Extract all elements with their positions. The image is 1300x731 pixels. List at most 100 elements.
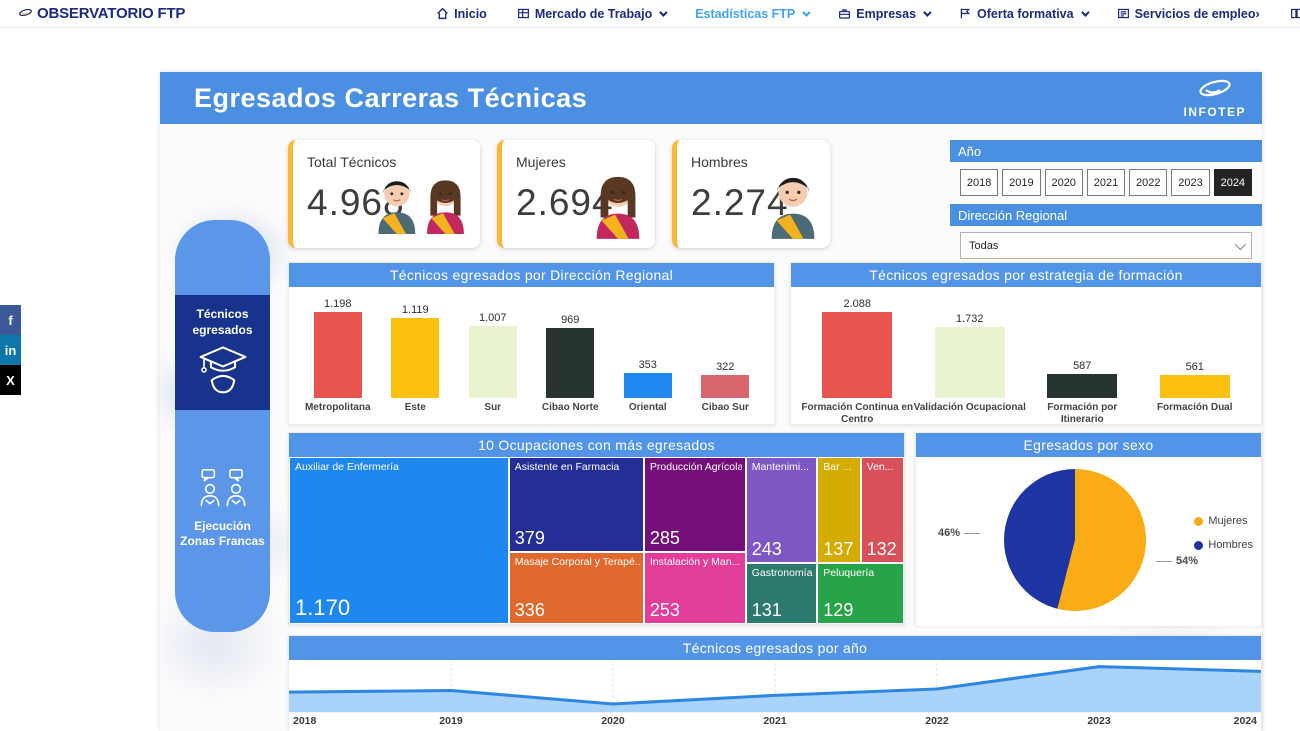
bar[interactable] [314, 312, 362, 398]
treemap-row: Masaje Corporal y Terapé...336 [510, 553, 643, 623]
treemap-tile-gastronomia[interactable]: Gastronomía131 [747, 564, 817, 623]
year-button-2022[interactable]: 2022 [1129, 169, 1167, 196]
bar[interactable] [469, 326, 517, 398]
sidebar-item-tecnicos-egresados[interactable]: Técnicos egresados [175, 295, 270, 410]
chart-title-ocupaciones: 10 Ocupaciones con más egresados [289, 433, 904, 457]
tile-name: Asistente en Farmacia [515, 461, 640, 473]
tile-value: 132 [867, 539, 897, 560]
legend-label: Hombres [1208, 539, 1253, 551]
bar[interactable] [822, 312, 892, 398]
bar-category-label: Formación Dual [1157, 398, 1233, 426]
x-twitter-share-button[interactable]: X [0, 365, 21, 395]
dashboard-canvas: Egresados Carreras Técnicas INFOTEP Técn… [160, 72, 1262, 731]
bar-group-sur: 1.007Sur [454, 291, 532, 426]
tile-value: 243 [752, 539, 782, 560]
treemap-tile-auxiliar-de-enfermeria[interactable]: Auxiliar de Enfermería1.170 [290, 458, 508, 623]
bar[interactable] [701, 375, 749, 398]
treemap-tile-produccion-agricola[interactable]: Producción Agrícola285 [645, 458, 745, 551]
treemap-tile-masaje-corporal-y-terape[interactable]: Masaje Corporal y Terapé...336 [510, 553, 643, 623]
nav-item-mercado-de-trabajo[interactable]: Mercado de Trabajo [517, 7, 665, 21]
region-dropdown[interactable]: Todas [960, 232, 1252, 259]
legend-item-hombres[interactable]: Hombres [1194, 539, 1253, 551]
pie-callout-label: 54% [1176, 555, 1198, 567]
year-button-2023[interactable]: 2023 [1171, 169, 1209, 196]
pie-callout-label: 46% [938, 527, 960, 539]
pie-callout-mujeres: 54% [1156, 555, 1198, 567]
legend-label: Mujeres [1208, 515, 1247, 527]
chart-card-anual: Técnicos egresados por año 2018201920202… [288, 635, 1262, 731]
bar[interactable] [624, 373, 672, 398]
chart-card-ocupaciones: 10 Ocupaciones con más egresados Auxilia… [288, 432, 905, 625]
nav-item-empresas[interactable]: Empresas [838, 7, 929, 21]
bar[interactable] [546, 328, 594, 398]
treemap-tile-asistente-en-farmacia[interactable]: Asistente en Farmacia379 [510, 458, 643, 551]
bar-value-label: 1.198 [324, 298, 352, 310]
treemap-tile-bar[interactable]: Bar ...137 [818, 458, 859, 562]
tile-name: Producción Agrícola [650, 461, 742, 473]
chevron-down-icon [1081, 8, 1089, 16]
treemap-row: Mantenimi...243 [747, 458, 817, 562]
linkedin-share-button[interactable]: in [0, 335, 21, 365]
person-man-icon [762, 167, 824, 244]
nav-item-label: Inicio [454, 7, 487, 21]
brand-swoosh-icon [18, 5, 33, 22]
kpi-card-hombres: Hombres2.274 [672, 140, 830, 248]
treemap-column: Mantenimi...243Gastronomía131 [747, 458, 817, 623]
pie-callout-hombres: 46% [938, 527, 980, 539]
year-button-2019[interactable]: 2019 [1002, 169, 1040, 196]
bar[interactable] [391, 318, 439, 398]
tile-value: 137 [823, 539, 853, 560]
legend-dot [1194, 541, 1203, 550]
legend-item-mujeres[interactable]: Mujeres [1194, 515, 1253, 527]
bar-category-label: Cibao Sur [702, 398, 749, 426]
area-chart-anual[interactable]: 2018201920202021202220232024 [289, 660, 1261, 731]
nav-item-p[interactable]: P [1290, 7, 1300, 21]
treemap-tile-instalacion-y-man[interactable]: Instalación y Man...253 [645, 553, 745, 623]
people-chat-icon [175, 468, 270, 513]
year-filter-header: Año [950, 140, 1262, 162]
nav-item-servicios-de-empleo[interactable]: Servicios de empleo› [1117, 7, 1260, 21]
year-button-2018[interactable]: 2018 [960, 169, 998, 196]
infotep-logo: INFOTEP [1183, 77, 1246, 119]
callout-line [1156, 561, 1172, 562]
bar-group-formacion-continua-en-centro: 2.088Formación Continua en Centro [801, 291, 914, 426]
chart-card-regional: Técnicos egresados por Dirección Regiona… [288, 262, 775, 425]
kpi-card-total-tecnicos: Total Técnicos4.968 [288, 140, 480, 248]
bar[interactable] [1047, 374, 1117, 398]
treemap-tile-mantenimi[interactable]: Mantenimi...243 [747, 458, 817, 562]
tile-value: 131 [752, 600, 782, 621]
infotep-logo-text: INFOTEP [1183, 105, 1246, 119]
person-woman-icon [587, 167, 649, 244]
bar-group-cibao-sur: 322Cibao Sur [687, 291, 765, 426]
year-button-2020[interactable]: 2020 [1045, 169, 1083, 196]
nav-item-oferta-formativa[interactable]: Oferta formativa [959, 7, 1087, 21]
bar-group-oriental: 353Oriental [609, 291, 687, 426]
bar-group-metropolitana: 1.198Metropolitana [299, 291, 377, 426]
chart-title-estrategia: Técnicos egresados por estrategia de for… [791, 263, 1261, 287]
year-button-2024[interactable]: 2024 [1214, 169, 1252, 196]
site-brand[interactable]: OBSERVATORIO FTP [18, 5, 185, 22]
tile-value: 1.170 [295, 595, 350, 621]
news-icon [1117, 7, 1130, 20]
year-button-2021[interactable]: 2021 [1087, 169, 1125, 196]
nav-item-label: Empresas [856, 7, 916, 21]
nav-item-estadisticas-ftp[interactable]: Estadísticas FTP [695, 7, 808, 21]
facebook-share-button[interactable]: f [0, 305, 21, 335]
nav-item-inicio[interactable]: Inicio [436, 7, 487, 21]
bar-value-label: 561 [1186, 361, 1204, 373]
page: OBSERVATORIO FTP Inicio Mercado de Trabaj… [0, 0, 1300, 731]
tile-name: Peluquería [823, 567, 900, 579]
top-navigation: OBSERVATORIO FTP Inicio Mercado de Trabaj… [0, 0, 1300, 28]
treemap-tile-peluqueria[interactable]: Peluquería129 [818, 564, 903, 623]
nav-menu: Inicio Mercado de Trabajo Estadísticas FTP… [436, 7, 1300, 21]
filters-panel: Año 2018201920202021202220232024 Direcci… [950, 140, 1262, 259]
bar[interactable] [1160, 375, 1230, 398]
x-axis-label-2020: 2020 [601, 715, 624, 727]
pie-slices[interactable] [1004, 469, 1146, 611]
bar[interactable] [935, 327, 1005, 398]
year-filter-buttons: 2018201920202021202220232024 [950, 162, 1262, 204]
bar-group-formacion-por-itinerario: 587Formación por Itinerario [1026, 291, 1139, 426]
treemap-tile-ven[interactable]: Ven...132 [862, 458, 903, 562]
bar-value-label: 1.007 [479, 312, 507, 324]
sidebar-item-ejecucion-zonas-francas[interactable]: Ejecución Zonas Francas [175, 468, 270, 550]
